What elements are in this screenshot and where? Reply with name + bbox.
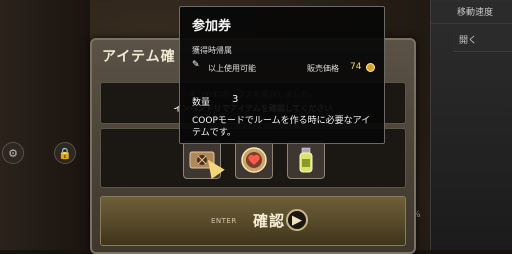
tooltip-price-label: 販売価格 <box>307 64 339 73</box>
tooltip-attribute: 獲得時帰属 <box>192 46 232 55</box>
dialog-title: アイテム確 <box>102 49 176 65</box>
tooltip-title: 参加券 <box>192 19 232 34</box>
lock-icon[interactable]: 🔒 <box>54 142 76 164</box>
right-side-panel: 移動速度 開く <box>430 0 512 250</box>
potion-icon <box>299 147 313 173</box>
tooltip-quantity-label: 数量 <box>192 98 211 108</box>
confirm-button[interactable]: ENTER 確認 ▶ <box>100 196 406 246</box>
gear-icon[interactable]: ⚙ <box>2 142 24 164</box>
tooltip-usage: 以上使用可能 <box>208 64 256 73</box>
menu-item-move-speed[interactable]: 移動速度 <box>431 2 512 24</box>
menu-item-open[interactable]: 開く <box>453 30 512 52</box>
enter-key-hint: ENTER <box>211 217 237 225</box>
item-slot-heart-medal[interactable] <box>235 141 273 179</box>
confirm-label: 確認 <box>253 212 286 230</box>
coin-icon <box>366 63 375 72</box>
background-wall <box>0 0 90 250</box>
tooltip-price-value: 74 <box>350 62 362 72</box>
tooltip-quantity-value: 3 <box>232 94 239 105</box>
pencil-icon: ✎ <box>192 60 200 70</box>
heart-medal-icon <box>241 147 267 173</box>
arrow-right-icon[interactable]: ▶ <box>286 209 308 231</box>
item-slot-potion[interactable] <box>287 141 325 179</box>
tooltip-description: COOPモードでルームを作る時に必要なアイテムです。 <box>192 116 371 138</box>
item-tooltip: 参加券 獲得時帰属 ✎ 以上使用可能 販売価格 74 数量 3 COOPモードで… <box>179 6 385 144</box>
